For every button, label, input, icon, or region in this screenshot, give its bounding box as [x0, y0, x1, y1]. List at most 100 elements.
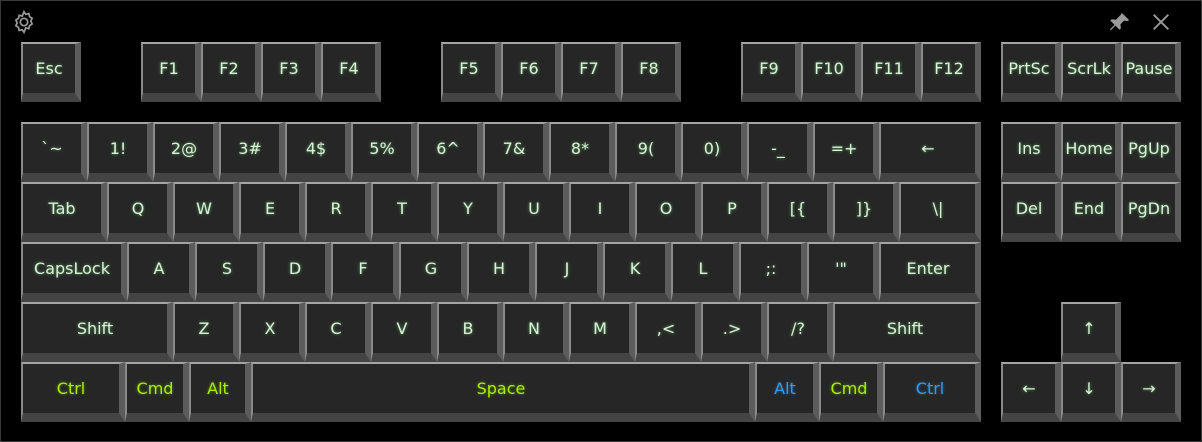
- key-right-shift[interactable]: Shift: [833, 302, 981, 362]
- key-x[interactable]: X: [239, 302, 305, 362]
- key-r[interactable]: R: [305, 182, 371, 242]
- close-icon[interactable]: [1150, 11, 1172, 33]
- key-end[interactable]: End: [1061, 182, 1121, 242]
- key-h[interactable]: H: [467, 242, 535, 302]
- key-6[interactable]: 6^: [417, 122, 483, 182]
- key-label: Tab: [48, 199, 76, 218]
- key-label: /?: [791, 319, 805, 338]
- key-f11[interactable]: F11: [861, 42, 921, 102]
- key-del[interactable]: Del: [1001, 182, 1061, 242]
- key-l[interactable]: L: [671, 242, 739, 302]
- key-semicolon[interactable]: ;:: [739, 242, 807, 302]
- key-right-cmd[interactable]: Cmd: [819, 362, 883, 422]
- key-f7[interactable]: F7: [561, 42, 621, 102]
- key-minus[interactable]: -_: [747, 122, 813, 182]
- key-capslock[interactable]: CapsLock: [21, 242, 127, 302]
- key-label: L: [698, 259, 708, 278]
- gear-icon[interactable]: [11, 9, 37, 35]
- key-left-ctrl[interactable]: Ctrl: [21, 362, 125, 422]
- key-t[interactable]: T: [371, 182, 437, 242]
- key-left-bracket[interactable]: [{: [767, 182, 833, 242]
- key-label: F6: [519, 59, 539, 78]
- key-comma[interactable]: ,<: [635, 302, 701, 362]
- key-3[interactable]: 3#: [219, 122, 285, 182]
- key-f3[interactable]: F3: [261, 42, 321, 102]
- key-pgdn[interactable]: PgDn: [1121, 182, 1181, 242]
- key-o[interactable]: O: [635, 182, 701, 242]
- key-f12[interactable]: F12: [921, 42, 981, 102]
- key-q[interactable]: Q: [107, 182, 173, 242]
- key-k[interactable]: K: [603, 242, 671, 302]
- key-u[interactable]: U: [503, 182, 569, 242]
- key-left-cmd[interactable]: Cmd: [125, 362, 189, 422]
- key-quote[interactable]: '": [807, 242, 879, 302]
- key-8[interactable]: 8*: [549, 122, 615, 182]
- key-label: F4: [339, 59, 359, 78]
- key-arrow-right[interactable]: →: [1121, 362, 1181, 422]
- key-z[interactable]: Z: [173, 302, 239, 362]
- key-b[interactable]: B: [437, 302, 503, 362]
- key-y[interactable]: Y: [437, 182, 503, 242]
- key-arrow-down[interactable]: ↓: [1061, 362, 1121, 422]
- key-5[interactable]: 5%: [351, 122, 417, 182]
- key-right-bracket[interactable]: ]}: [833, 182, 899, 242]
- key-4[interactable]: 4$: [285, 122, 351, 182]
- key-7[interactable]: 7&: [483, 122, 549, 182]
- key-label: I: [597, 199, 603, 218]
- key-c[interactable]: C: [305, 302, 371, 362]
- key-backtick[interactable]: `~: [21, 122, 87, 182]
- pin-icon[interactable]: [1109, 11, 1131, 33]
- key-scrlk[interactable]: ScrLk: [1061, 42, 1121, 102]
- key-home[interactable]: Home: [1061, 122, 1121, 182]
- key-v[interactable]: V: [371, 302, 437, 362]
- key-label: 9(: [637, 139, 655, 158]
- key-backslash[interactable]: \|: [899, 182, 981, 242]
- key-right-ctrl[interactable]: Ctrl: [883, 362, 981, 422]
- key-enter[interactable]: Enter: [879, 242, 981, 302]
- key-period[interactable]: .>: [701, 302, 767, 362]
- key-9[interactable]: 9(: [615, 122, 681, 182]
- key-f6[interactable]: F6: [501, 42, 561, 102]
- key-pause[interactable]: Pause: [1121, 42, 1181, 102]
- key-w[interactable]: W: [173, 182, 239, 242]
- key-arrow-up[interactable]: ↑: [1061, 302, 1121, 362]
- key-f2[interactable]: F2: [201, 42, 261, 102]
- key-a[interactable]: A: [127, 242, 195, 302]
- key-0[interactable]: 0): [681, 122, 747, 182]
- key-left-alt[interactable]: Alt: [189, 362, 251, 422]
- key-g[interactable]: G: [399, 242, 467, 302]
- key-2[interactable]: 2@: [153, 122, 219, 182]
- key-backspace[interactable]: ←: [879, 122, 981, 182]
- key-1[interactable]: 1!: [87, 122, 153, 182]
- key-f10[interactable]: F10: [801, 42, 861, 102]
- key-j[interactable]: J: [535, 242, 603, 302]
- key-i[interactable]: I: [569, 182, 635, 242]
- key-tab[interactable]: Tab: [21, 182, 107, 242]
- key-p[interactable]: P: [701, 182, 767, 242]
- key-equals[interactable]: =+: [813, 122, 879, 182]
- key-label: PgUp: [1128, 139, 1170, 158]
- key-s[interactable]: S: [195, 242, 263, 302]
- key-f5[interactable]: F5: [441, 42, 501, 102]
- key-right-alt[interactable]: Alt: [755, 362, 819, 422]
- key-f1[interactable]: F1: [141, 42, 201, 102]
- key-esc[interactable]: Esc: [21, 42, 81, 102]
- key-f4[interactable]: F4: [321, 42, 381, 102]
- key-m[interactable]: M: [569, 302, 635, 362]
- key-left-shift[interactable]: Shift: [21, 302, 173, 362]
- key-label: Cmd: [830, 379, 868, 398]
- key-e[interactable]: E: [239, 182, 305, 242]
- key-f9[interactable]: F9: [741, 42, 801, 102]
- key-f[interactable]: F: [331, 242, 399, 302]
- key-n[interactable]: N: [503, 302, 569, 362]
- key-slash[interactable]: /?: [767, 302, 833, 362]
- key-space[interactable]: Space: [251, 362, 755, 422]
- key-label: X: [264, 319, 276, 338]
- key-arrow-left[interactable]: ←: [1001, 362, 1061, 422]
- key-f8[interactable]: F8: [621, 42, 681, 102]
- key-ins[interactable]: Ins: [1001, 122, 1061, 182]
- key-pgup[interactable]: PgUp: [1121, 122, 1181, 182]
- key-label: Y: [463, 199, 473, 218]
- key-d[interactable]: D: [263, 242, 331, 302]
- key-prtsc[interactable]: PrtSc: [1001, 42, 1061, 102]
